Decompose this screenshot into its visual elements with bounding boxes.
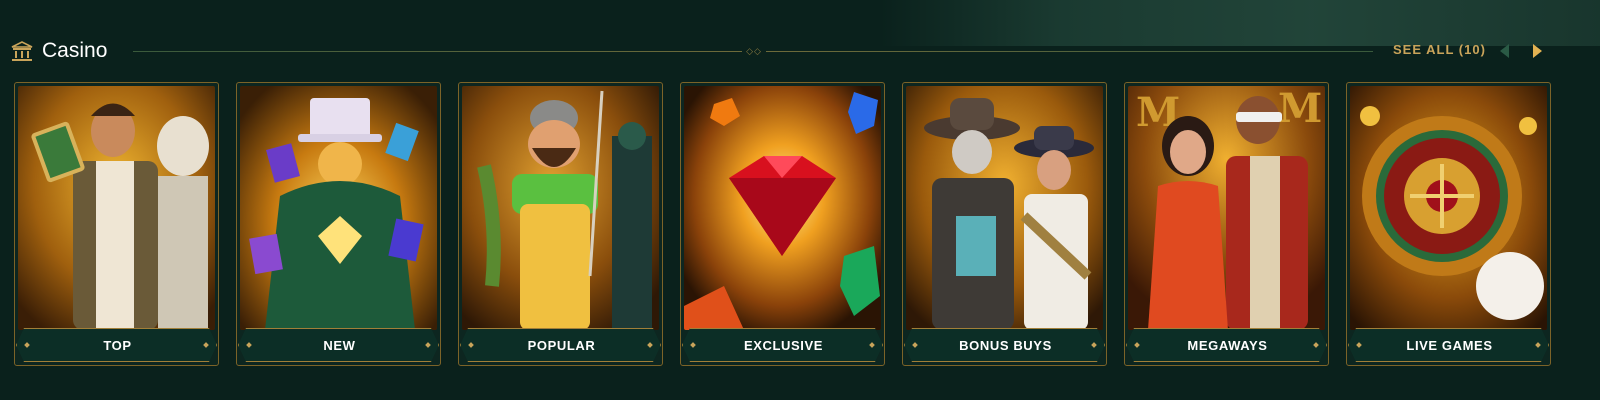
category-card-bonus-buys[interactable]: BONUS BUYS bbox=[902, 82, 1107, 366]
red-diamond-art bbox=[684, 86, 881, 330]
category-card-megaways[interactable]: M M MEGAWAYS bbox=[1124, 82, 1329, 366]
magician-with-cards-art bbox=[240, 86, 437, 330]
card-label-bar: NEW bbox=[238, 328, 439, 362]
casino-building-icon bbox=[10, 40, 34, 62]
svg-text:M: M bbox=[1278, 86, 1322, 132]
card-label-bar: POPULAR bbox=[460, 328, 661, 362]
category-card-new[interactable]: NEW bbox=[236, 82, 441, 366]
couple-characters-art: M M bbox=[1128, 86, 1325, 330]
section-title: Casino bbox=[42, 39, 108, 62]
adventurer-and-zeus-art bbox=[18, 86, 215, 330]
cowboy-bandits-art bbox=[906, 86, 1103, 330]
category-card-top[interactable]: TOP bbox=[14, 82, 219, 366]
card-label-bar: MEGAWAYS bbox=[1126, 328, 1327, 362]
category-card-popular[interactable]: POPULAR bbox=[458, 82, 663, 366]
card-label: BONUS BUYS bbox=[959, 338, 1052, 353]
section-header: Casino ◇◇ SEE ALL (10) bbox=[0, 34, 1600, 70]
category-carousel: TOP NEW POPULAR EXCLUSIVE BONUS BUYS M M… bbox=[14, 82, 1594, 368]
card-label: LIVE GAMES bbox=[1406, 338, 1493, 353]
divider-ornament: ◇◇ bbox=[742, 46, 766, 56]
category-card-exclusive[interactable]: EXCLUSIVE bbox=[680, 82, 885, 366]
card-label-bar: EXCLUSIVE bbox=[682, 328, 883, 362]
card-label: EXCLUSIVE bbox=[743, 338, 824, 353]
card-label: MEGAWAYS bbox=[1187, 338, 1268, 353]
fisherman-art bbox=[462, 86, 659, 330]
card-label: POPULAR bbox=[527, 338, 596, 353]
category-card-live-games[interactable]: LIVE GAMES bbox=[1346, 82, 1551, 366]
card-label-bar: TOP bbox=[16, 328, 217, 362]
card-label: TOP bbox=[103, 338, 132, 353]
card-label-bar: LIVE GAMES bbox=[1348, 328, 1549, 362]
see-all-link[interactable]: SEE ALL (10) bbox=[1393, 42, 1486, 57]
card-label-bar: BONUS BUYS bbox=[904, 328, 1105, 362]
chevron-left-icon[interactable] bbox=[1496, 40, 1514, 62]
roulette-wheel-art bbox=[1350, 86, 1547, 330]
chevron-right-icon[interactable] bbox=[1528, 40, 1546, 62]
card-label: NEW bbox=[323, 338, 356, 353]
